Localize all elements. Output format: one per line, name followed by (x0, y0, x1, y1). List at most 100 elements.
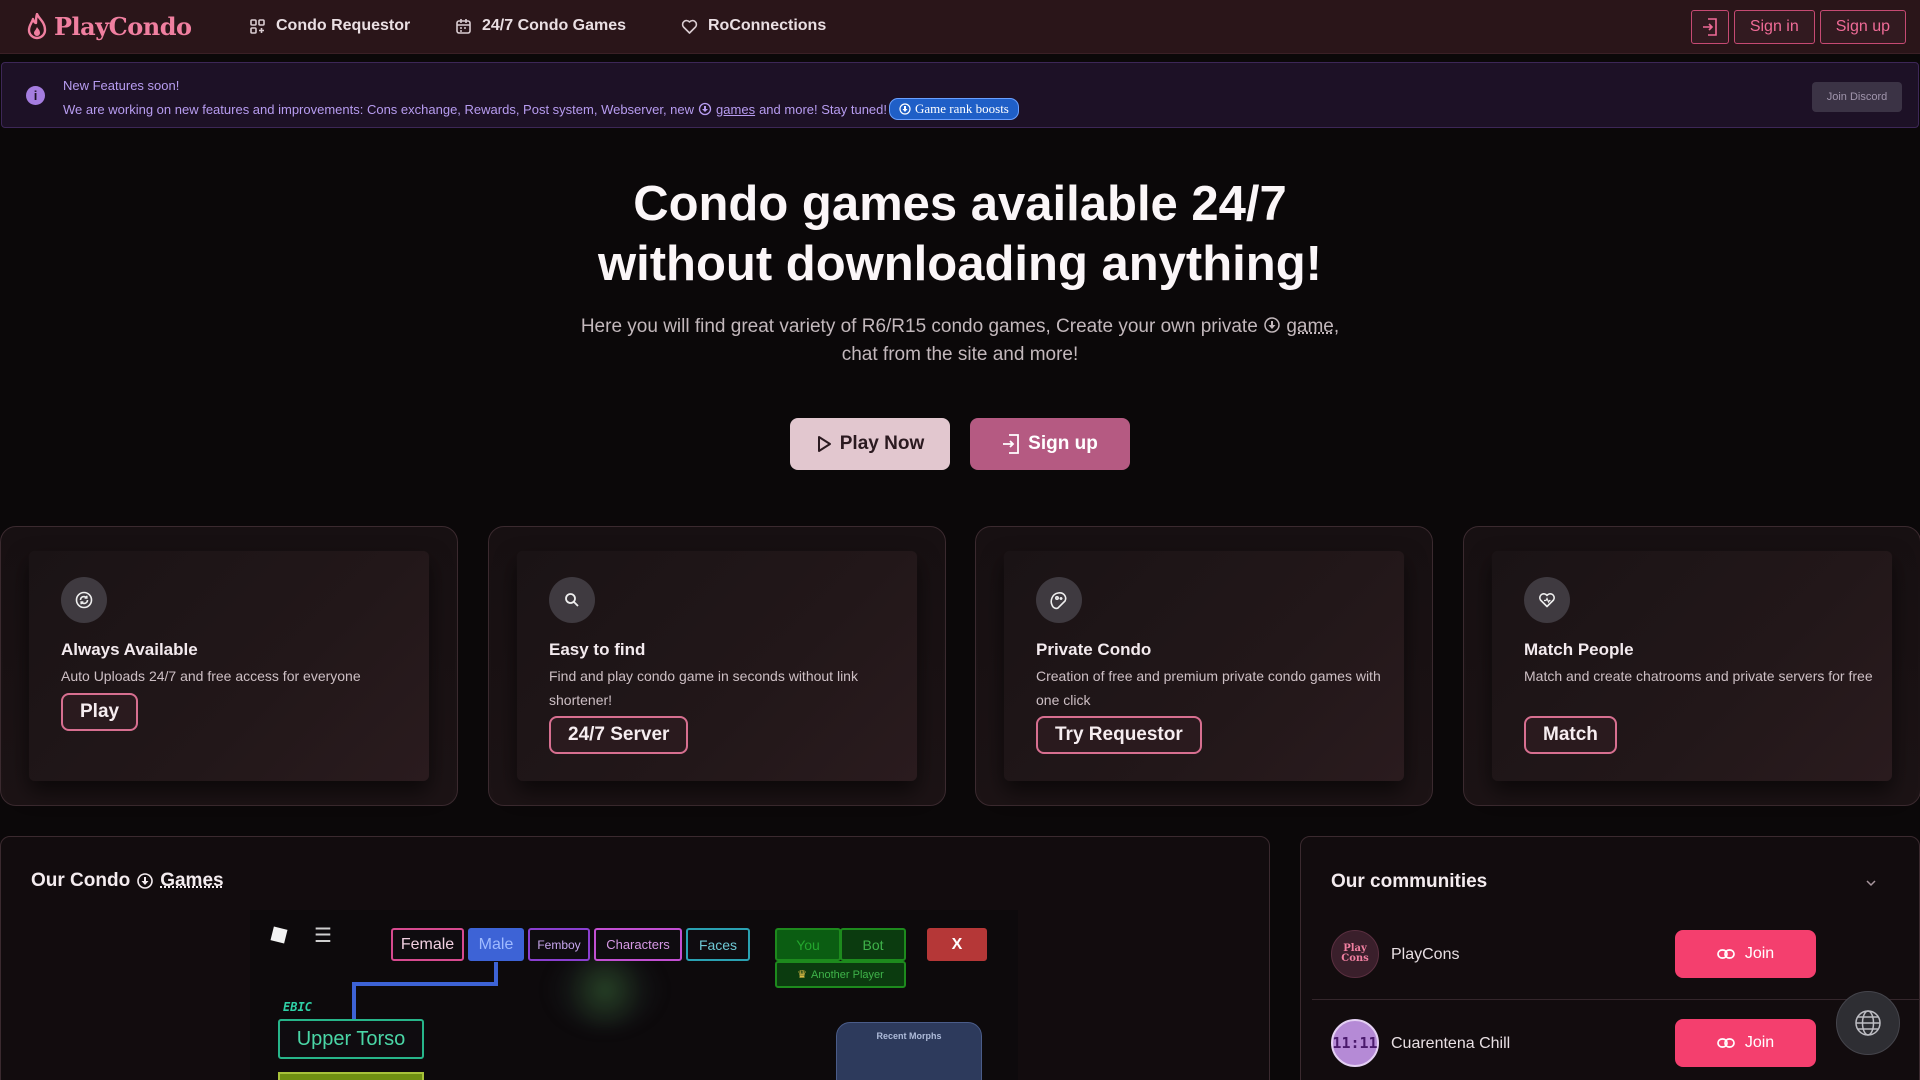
play-icon (817, 436, 831, 452)
gamepad-icon (1036, 577, 1082, 623)
banner-text-start: We are working on new features and impro… (63, 101, 695, 117)
crown-icon: ♛ (797, 969, 808, 981)
feature-description: Auto Uploads 24/7 and free access for ev… (61, 668, 361, 684)
sign-in-button[interactable]: Sign in (1733, 10, 1815, 44)
divider (1312, 999, 1920, 1000)
sign-up-button[interactable]: Sign up (1819, 10, 1906, 44)
roblox-logo-icon (270, 926, 288, 944)
roblox-circle-icon (137, 873, 154, 889)
banner-text: We are working on new features and impro… (63, 98, 1019, 120)
nav-link-label: 24/7 Condo Games (482, 17, 627, 34)
chevron-down-icon[interactable] (1864, 876, 1878, 890)
login-icon (1702, 18, 1717, 36)
bot-tag: Bot (840, 928, 906, 961)
another-player-label: Another Player (811, 968, 884, 981)
tree-line (494, 962, 498, 986)
game-rank-boosts-pill[interactable]: Game rank boosts (889, 98, 1019, 120)
auth-buttons: Sign in Sign up (1690, 10, 1906, 44)
play-button[interactable]: Play (61, 693, 139, 731)
hero-game-link[interactable]: game (1286, 316, 1334, 337)
nav-link-label: RoConnections (708, 17, 827, 34)
feature-description: Match and create chatrooms and private s… (1524, 668, 1873, 684)
join-label: Join (1744, 1034, 1775, 1051)
sign-up-label: Sign up (1028, 433, 1098, 454)
logo[interactable]: PlayCondo (26, 12, 192, 41)
feature-title: Match People (1524, 640, 1634, 659)
close-preview-button: X (927, 928, 987, 961)
ebic-label: EBIC (283, 1000, 312, 1014)
hero-sub-text: Here you will find great variety of R6/R… (580, 316, 1258, 337)
banner-games-link[interactable]: games (716, 102, 755, 117)
language-globe-button[interactable] (1836, 991, 1900, 1055)
grid-icon (250, 18, 265, 34)
login-icon-button[interactable] (1690, 10, 1729, 44)
nav-link-label: Condo Requestor (276, 17, 411, 34)
hero-subtitle: Here you will find great variety of R6/R… (0, 313, 1920, 369)
logo-text: PlayCondo (54, 12, 192, 41)
roblox-circle-icon (899, 103, 911, 115)
lower-tag (278, 1072, 424, 1080)
announcement-banner: i New Features soon! We are working on n… (1, 62, 1919, 128)
feature-title: Always Available (61, 640, 198, 659)
feature-title: Private Condo (1036, 640, 1152, 659)
login-icon (1003, 434, 1020, 454)
flame-icon (27, 12, 47, 39)
games-heading-text: Our Condo (31, 870, 131, 891)
male-tag: Male (468, 928, 524, 961)
refresh-icon (61, 577, 107, 623)
play-now-button[interactable]: Play Now (790, 418, 950, 470)
hero-sub-line2: chat from the site and more! (841, 344, 1079, 365)
hero-title-line1: Condo games available 24/7 (633, 177, 1287, 231)
roblox-circle-icon (1264, 317, 1280, 333)
nav-condo-games[interactable]: 24/7 Condo Games (455, 17, 626, 35)
games-heading: Our Condo Games (31, 870, 224, 892)
calendar-icon (456, 18, 471, 34)
join-label: Join (1744, 945, 1775, 962)
server-247-button[interactable]: 24/7 Server (549, 716, 689, 754)
match-button[interactable]: Match (1524, 716, 1617, 754)
roblox-circle-icon (698, 102, 712, 116)
join-button[interactable]: Join (1675, 1019, 1816, 1067)
games-heading-link[interactable]: Games (160, 870, 223, 892)
characters-tag: Characters (594, 928, 682, 961)
pill-label: Game rank boosts (915, 101, 1009, 116)
info-icon: i (26, 86, 45, 105)
tree-line (352, 982, 356, 1022)
heart-icon (1524, 577, 1570, 623)
top-navbar: PlayCondo Condo Requestor 24/7 Condo Gam… (0, 0, 1920, 54)
join-discord-button[interactable]: Join Discord (1812, 82, 1902, 112)
play-now-label: Play Now (839, 433, 925, 454)
preview-glow (550, 950, 660, 1030)
another-player-tag: ♛ Another Player (775, 961, 906, 988)
avatar: 11:11 (1331, 1019, 1379, 1067)
recent-morphs-panel: Recent Morphs (836, 1022, 982, 1080)
hero-sign-up-button[interactable]: Sign up (970, 418, 1130, 470)
nav-roconnections[interactable]: RoConnections (681, 17, 826, 35)
search-icon (549, 577, 595, 623)
faces-tag: Faces (686, 928, 750, 961)
communities-heading: Our communities (1331, 871, 1488, 892)
try-requestor-button[interactable]: Try Requestor (1036, 716, 1202, 754)
link-icon (1716, 949, 1735, 959)
menu-icon: ☰ (314, 925, 332, 947)
you-tag: You (775, 928, 841, 961)
hero-title-line2: without downloading anything! (598, 237, 1322, 291)
link-icon (1716, 1038, 1735, 1048)
game-preview-screenshot[interactable]: ☰ Female Male Femboy Characters Faces Yo… (250, 910, 1018, 1080)
hero-title: Condo games available 24/7 without downl… (0, 174, 1920, 294)
recent-morphs-label: Recent Morphs (876, 1031, 942, 1041)
feature-title: Easy to find (549, 640, 646, 659)
heart-icon (681, 19, 698, 34)
female-tag: Female (391, 928, 464, 961)
nav-condo-requestor[interactable]: Condo Requestor (249, 17, 410, 35)
join-button[interactable]: Join (1675, 930, 1816, 978)
avatar: Play Cons (1331, 930, 1379, 978)
feature-description: Find and play condo game in seconds with… (549, 668, 858, 708)
globe-icon (1855, 1010, 1881, 1036)
community-name: Cuarentena Chill (1391, 1035, 1511, 1052)
tree-line (352, 982, 496, 986)
community-name: PlayCons (1391, 946, 1460, 963)
feature-description: Creation of free and premium private con… (1036, 668, 1381, 708)
femboy-tag: Femboy (528, 928, 590, 961)
hero-sub-comma: , (1333, 316, 1340, 337)
